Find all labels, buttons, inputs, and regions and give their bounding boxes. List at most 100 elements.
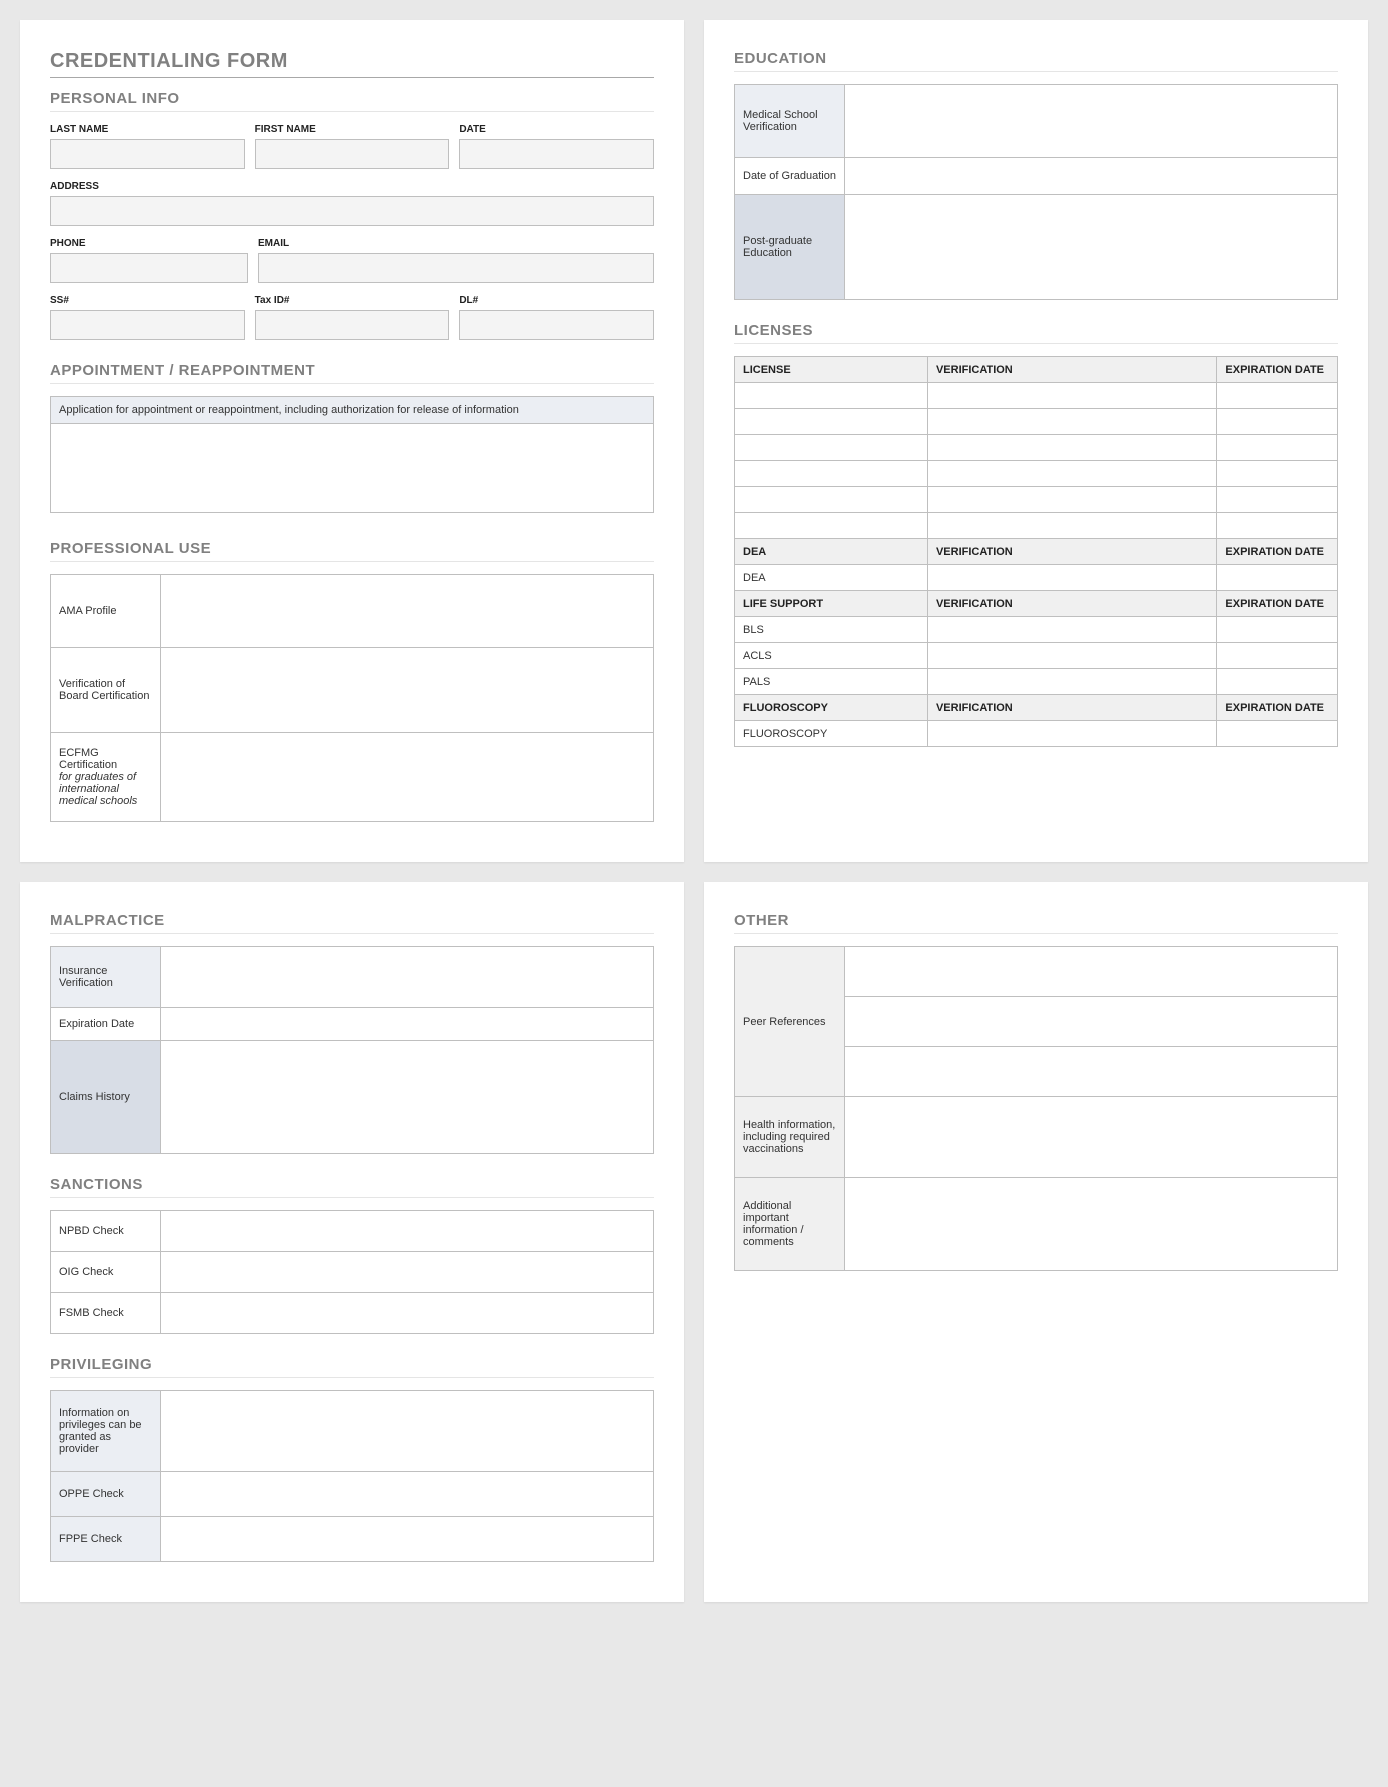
input-address[interactable] [50, 196, 654, 226]
table-row: AMA Profile [51, 575, 654, 648]
cell[interactable] [927, 669, 1216, 695]
cell-dea: DEA [735, 565, 928, 591]
cell-postgrad-label: Post-graduate Education [735, 195, 845, 300]
th-verification: VERIFICATION [927, 591, 1216, 617]
cell[interactable] [1217, 487, 1338, 513]
cell-peer-label: Peer References [735, 947, 845, 1097]
cell[interactable] [1217, 721, 1338, 747]
cell-ama-value[interactable] [161, 575, 654, 648]
cell[interactable] [927, 383, 1216, 409]
cell-postgrad-value[interactable] [845, 195, 1338, 300]
cell[interactable] [927, 487, 1216, 513]
cell[interactable] [1217, 565, 1338, 591]
th-life-support: LIFE SUPPORT [735, 591, 928, 617]
th-verification: VERIFICATION [927, 357, 1216, 383]
row-ids: SS# Tax ID# DL# [50, 295, 654, 340]
cell-exp-value[interactable] [161, 1008, 654, 1041]
cell-grad-value[interactable] [845, 158, 1338, 195]
row-phone-email: PHONE EMAIL [50, 238, 654, 283]
input-first-name[interactable] [255, 139, 450, 169]
rule [50, 77, 654, 78]
cell[interactable] [735, 487, 928, 513]
th-license: LICENSE [735, 357, 928, 383]
cell[interactable] [735, 513, 928, 539]
table-row [735, 487, 1338, 513]
table-sanctions: NPBD Check OIG Check FSMB Check [50, 1210, 654, 1334]
table-row [735, 383, 1338, 409]
table-education: Medical School Verification Date of Grad… [734, 84, 1338, 300]
cell[interactable] [735, 383, 928, 409]
appointment-textarea[interactable] [50, 423, 654, 513]
input-phone[interactable] [50, 253, 248, 283]
cell-ecfmg-value[interactable] [161, 733, 654, 822]
cell-health-value[interactable] [845, 1097, 1338, 1178]
panel-mal-sanc-priv: MALPRACTICE Insurance Verification Expir… [20, 882, 684, 1602]
cell[interactable] [927, 617, 1216, 643]
page-grid: CREDENTIALING FORM PERSONAL INFO LAST NA… [20, 20, 1368, 1602]
cell[interactable] [927, 513, 1216, 539]
label-ss: SS# [50, 295, 245, 306]
cell[interactable] [1217, 513, 1338, 539]
table-professional: AMA Profile Verification of Board Certif… [50, 574, 654, 822]
cell[interactable] [927, 409, 1216, 435]
cell-fppe-value[interactable] [161, 1517, 654, 1562]
input-email[interactable] [258, 253, 654, 283]
th-expiration: EXPIRATION DATE [1217, 695, 1338, 721]
label-email: EMAIL [258, 238, 654, 249]
cell[interactable] [1217, 409, 1338, 435]
section-sanctions: SANCTIONS [50, 1176, 654, 1193]
cell[interactable] [1217, 435, 1338, 461]
cell[interactable] [927, 643, 1216, 669]
cell-peer-2[interactable] [845, 997, 1338, 1047]
cell-oig-value[interactable] [161, 1252, 654, 1293]
cell[interactable] [735, 409, 928, 435]
section-licenses: LICENSES [734, 322, 1338, 339]
section-other: OTHER [734, 912, 1338, 929]
cell-fsmb-value[interactable] [161, 1293, 654, 1334]
cell-npbd-value[interactable] [161, 1211, 654, 1252]
cell[interactable] [1217, 669, 1338, 695]
input-dl[interactable] [459, 310, 654, 340]
cell[interactable] [927, 565, 1216, 591]
cell[interactable] [927, 721, 1216, 747]
table-row: Post-graduate Education [735, 195, 1338, 300]
label-dl: DL# [459, 295, 654, 306]
cell-medschool-label: Medical School Verification [735, 85, 845, 158]
cell-priv-info-value[interactable] [161, 1391, 654, 1472]
table-row [735, 409, 1338, 435]
cell-insurance-value[interactable] [161, 947, 654, 1008]
cell[interactable] [1217, 617, 1338, 643]
cell-peer-1[interactable] [845, 947, 1338, 997]
input-tax[interactable] [255, 310, 450, 340]
input-date[interactable] [459, 139, 654, 169]
cell[interactable] [735, 435, 928, 461]
table-row: FPPE Check [51, 1517, 654, 1562]
cell-oppe-value[interactable] [161, 1472, 654, 1517]
cell[interactable] [735, 461, 928, 487]
input-ss[interactable] [50, 310, 245, 340]
cell[interactable] [927, 461, 1216, 487]
panel-edu-lic: EDUCATION Medical School Verification Da… [704, 20, 1368, 862]
rule [50, 1377, 654, 1378]
cell-acls: ACLS [735, 643, 928, 669]
input-last-name[interactable] [50, 139, 245, 169]
cell-board-value[interactable] [161, 648, 654, 733]
cell[interactable] [1217, 643, 1338, 669]
cell-medschool-value[interactable] [845, 85, 1338, 158]
cell[interactable] [1217, 383, 1338, 409]
cell-peer-3[interactable] [845, 1047, 1338, 1097]
cell[interactable] [1217, 461, 1338, 487]
table-row: Insurance Verification [51, 947, 654, 1008]
cell-pals: PALS [735, 669, 928, 695]
rule [50, 561, 654, 562]
cell-addl-value[interactable] [845, 1178, 1338, 1271]
table-row [735, 513, 1338, 539]
cell-claims-value[interactable] [161, 1041, 654, 1154]
panel-personal: CREDENTIALING FORM PERSONAL INFO LAST NA… [20, 20, 684, 862]
th-expiration: EXPIRATION DATE [1217, 539, 1338, 565]
cell-claims-label: Claims History [51, 1041, 161, 1154]
cell-ama-label: AMA Profile [51, 575, 161, 648]
rule [734, 71, 1338, 72]
cell[interactable] [927, 435, 1216, 461]
table-row: Verification of Board Certification [51, 648, 654, 733]
